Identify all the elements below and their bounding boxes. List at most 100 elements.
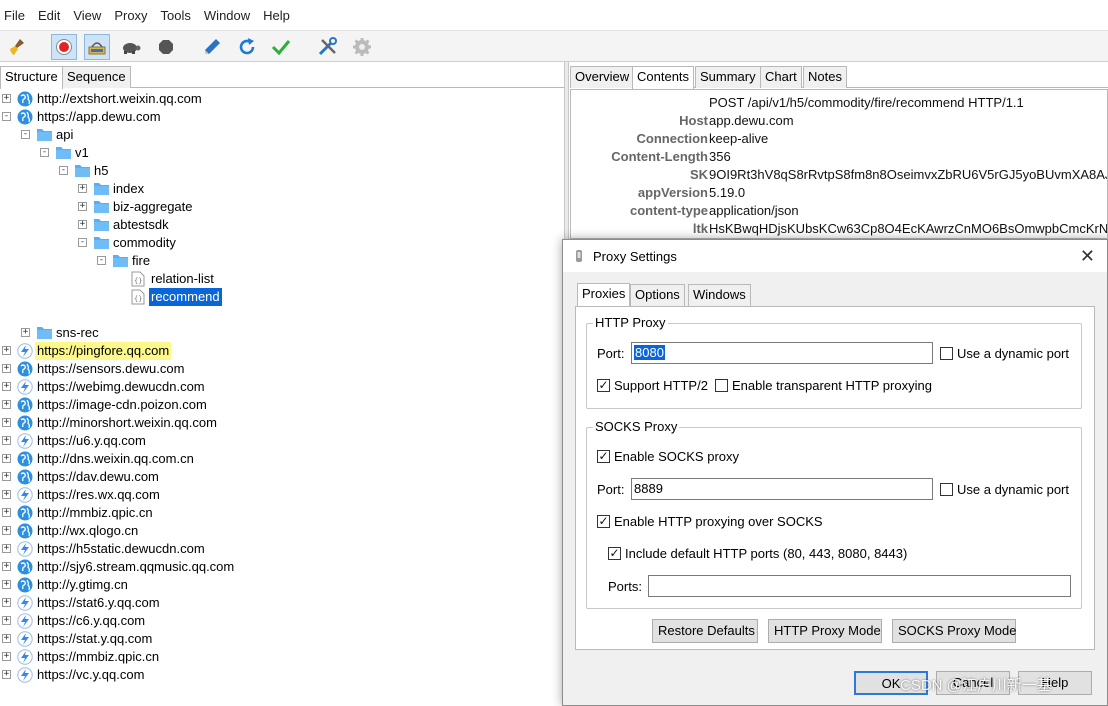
expand-icon[interactable]: + <box>2 382 11 391</box>
expand-icon[interactable]: + <box>78 220 87 229</box>
menu-window[interactable]: Window <box>204 8 250 23</box>
menu-proxy[interactable]: Proxy <box>114 8 147 23</box>
tab-options[interactable]: Options <box>630 284 685 306</box>
tree-row[interactable]: + http://extshort.weixin.qq.com <box>0 90 564 108</box>
tree-row[interactable]: - h5 <box>0 162 564 180</box>
expand-icon[interactable]: + <box>2 562 11 571</box>
expand-icon[interactable]: + <box>2 94 11 103</box>
tree-row[interactable]: + http://sjy6.stream.qqmusic.qq.com <box>0 558 564 576</box>
socks-proxy-mode-button[interactable]: SOCKS Proxy Mode <box>892 619 1017 643</box>
tree-row[interactable]: - https://app.dewu.com <box>0 108 564 126</box>
default-ports-checkbox[interactable]: ✓ <box>608 547 621 560</box>
tree-row[interactable]: + http://dns.weixin.qq.com.cn <box>0 450 564 468</box>
http-over-socks-checkbox[interactable]: ✓ <box>597 515 610 528</box>
expand-icon[interactable]: + <box>2 670 11 679</box>
socks-dynamic-port-checkbox[interactable] <box>940 483 953 496</box>
expand-icon[interactable]: + <box>2 652 11 661</box>
expand-icon[interactable]: + <box>2 634 11 643</box>
broom-icon[interactable] <box>4 34 30 60</box>
tab-notes[interactable]: Notes <box>803 66 847 88</box>
support-http2-checkbox[interactable]: ✓ <box>597 379 610 392</box>
menu-tools[interactable]: Tools <box>161 8 191 23</box>
collapse-icon[interactable]: - <box>21 130 30 139</box>
tree-row[interactable]: + https://pingfore.qq.com <box>0 342 564 360</box>
expand-icon[interactable]: + <box>78 184 87 193</box>
expand-icon[interactable]: + <box>2 472 11 481</box>
menu-help[interactable]: Help <box>263 8 290 23</box>
tab-summary[interactable]: Summary <box>695 66 761 88</box>
collapse-icon[interactable]: - <box>59 166 68 175</box>
turtle-icon[interactable] <box>118 34 144 60</box>
close-icon[interactable]: ✕ <box>1080 246 1095 267</box>
tree-row[interactable]: + https://mmbiz.qpic.cn <box>0 648 564 666</box>
tree-row[interactable]: + https://h5static.dewucdn.com <box>0 540 564 558</box>
refresh-icon[interactable] <box>234 34 260 60</box>
collapse-icon[interactable]: - <box>2 112 11 121</box>
tab-sequence[interactable]: Sequence <box>62 66 131 88</box>
tree-row[interactable]: {} relation-list <box>0 270 564 288</box>
http-proxy-mode-button[interactable]: HTTP Proxy Mode <box>768 619 882 643</box>
expand-icon[interactable]: + <box>2 418 11 427</box>
tree-row[interactable]: + https://webimg.dewucdn.com <box>0 378 564 396</box>
tools-icon[interactable] <box>315 34 341 60</box>
record-icon[interactable] <box>51 34 77 60</box>
tree-row[interactable] <box>0 306 564 324</box>
expand-icon[interactable]: + <box>2 526 11 535</box>
tree-row[interactable]: + https://dav.dewu.com <box>0 468 564 486</box>
tab-contents[interactable]: Contents <box>632 66 695 89</box>
menu-edit[interactable]: Edit <box>38 8 60 23</box>
expand-icon[interactable]: + <box>2 490 11 499</box>
stop-icon[interactable] <box>153 34 179 60</box>
tab-windows[interactable]: Windows <box>688 284 751 306</box>
expand-icon[interactable]: + <box>2 400 11 409</box>
tree-row[interactable]: - api <box>0 126 564 144</box>
tree-row[interactable]: + http://minorshort.weixin.qq.com <box>0 414 564 432</box>
tree-row[interactable]: + https://res.wx.qq.com <box>0 486 564 504</box>
tree-row[interactable]: {} recommend <box>0 288 564 306</box>
tab-proxies[interactable]: Proxies <box>577 283 631 306</box>
tree-row[interactable]: + sns-rec <box>0 324 564 342</box>
expand-icon[interactable]: + <box>2 544 11 553</box>
menu-file[interactable]: File <box>4 8 25 23</box>
tree-row[interactable]: + abtestsdk <box>0 216 564 234</box>
http-port-input[interactable]: 8080 <box>631 342 933 364</box>
collapse-icon[interactable]: - <box>40 148 49 157</box>
socks-port-input[interactable]: 8889 <box>631 478 933 500</box>
expand-icon[interactable]: + <box>2 598 11 607</box>
collapse-icon[interactable]: - <box>97 256 106 265</box>
throttle-icon[interactable] <box>84 34 110 60</box>
tree-row[interactable]: + https://stat.y.qq.com <box>0 630 564 648</box>
tree-row[interactable]: + http://y.gtimg.cn <box>0 576 564 594</box>
tree-row[interactable]: + index <box>0 180 564 198</box>
restore-defaults-button[interactable]: Restore Defaults <box>652 619 758 643</box>
tree-row[interactable]: - v1 <box>0 144 564 162</box>
tree-row[interactable]: + http://wx.qlogo.cn <box>0 522 564 540</box>
expand-icon[interactable]: + <box>2 508 11 517</box>
expand-icon[interactable]: + <box>2 616 11 625</box>
tree-row[interactable]: + https://u6.y.qq.com <box>0 432 564 450</box>
settings-icon[interactable] <box>349 34 375 60</box>
pen-icon[interactable] <box>199 34 225 60</box>
tree-row[interactable]: + https://sensors.dewu.com <box>0 360 564 378</box>
tree-row[interactable]: - commodity <box>0 234 564 252</box>
tree-row[interactable]: + biz-aggregate <box>0 198 564 216</box>
expand-icon[interactable]: + <box>78 202 87 211</box>
check-icon[interactable] <box>268 34 294 60</box>
tree-row[interactable]: + https://c6.y.qq.com <box>0 612 564 630</box>
tab-overview[interactable]: Overview <box>570 66 635 88</box>
ports-input[interactable] <box>648 575 1071 597</box>
transparent-proxy-checkbox[interactable] <box>715 379 728 392</box>
menu-view[interactable]: View <box>73 8 101 23</box>
expand-icon[interactable]: + <box>2 454 11 463</box>
expand-icon[interactable]: + <box>2 436 11 445</box>
expand-icon[interactable]: + <box>2 346 11 355</box>
expand-icon[interactable]: + <box>2 580 11 589</box>
tab-chart[interactable]: Chart <box>760 66 802 88</box>
tree-row[interactable]: - fire <box>0 252 564 270</box>
tab-structure[interactable]: Structure <box>0 66 63 89</box>
tree-row[interactable]: + https://stat6.y.qq.com <box>0 594 564 612</box>
tree-row[interactable]: + https://image-cdn.poizon.com <box>0 396 564 414</box>
expand-icon[interactable]: + <box>2 364 11 373</box>
collapse-icon[interactable]: - <box>78 238 87 247</box>
expand-icon[interactable]: + <box>21 328 30 337</box>
